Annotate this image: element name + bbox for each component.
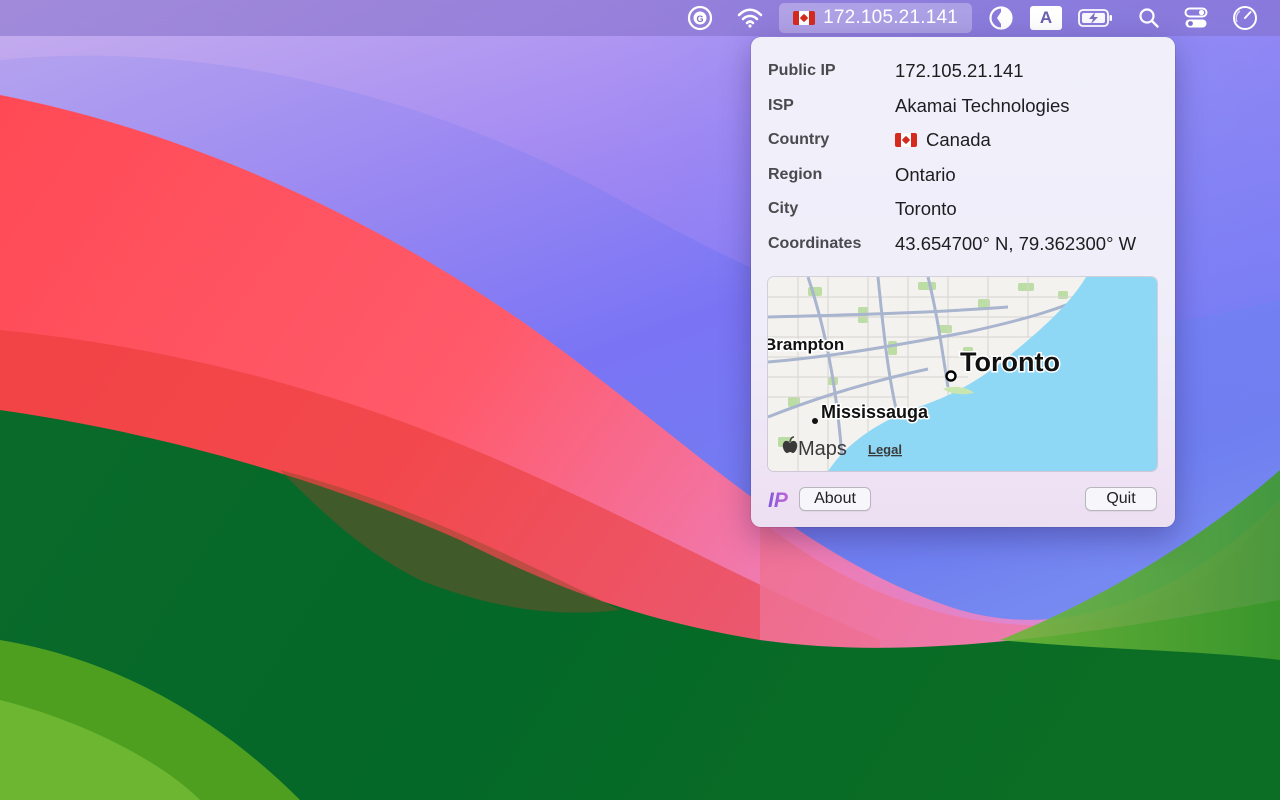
canada-flag-icon [793, 11, 816, 25]
menubar-ip-text: 172.105.21.141 [823, 7, 958, 28]
isp-label: ISP [768, 97, 794, 114]
about-button[interactable]: About [799, 487, 871, 511]
isp-value: Akamai Technologies [895, 95, 1070, 116]
ip-status-item[interactable]: 172.105.21.141 [779, 3, 972, 33]
city-value: Toronto [895, 198, 957, 219]
row-region: Region Ontario [768, 161, 1165, 189]
location-map[interactable]: Toronto Brampton Mississauga Maps Legal [768, 277, 1157, 471]
ip-info-popup: Public IP 172.105.21.141 ISP Akamai Tech… [751, 37, 1175, 527]
menu-bar: G 172.105.21.141 A [0, 0, 1280, 36]
canada-flag-icon [895, 133, 917, 147]
maps-brand-text: Maps [798, 438, 847, 460]
control-center-icon[interactable] [1176, 3, 1216, 33]
half-circle-icon[interactable] [980, 3, 1022, 33]
search-icon[interactable] [1130, 3, 1168, 33]
quit-button[interactable]: Quit [1085, 487, 1157, 511]
region-label: Region [768, 166, 823, 183]
row-public-ip: Public IP 172.105.21.141 [768, 57, 1165, 85]
country-value: Canada [926, 129, 991, 150]
wifi-icon[interactable] [729, 3, 771, 33]
city-label: City [768, 200, 799, 217]
country-label: Country [768, 131, 830, 148]
battery-charging-icon[interactable] [1070, 3, 1122, 33]
map-label-mississauga: Mississauga [821, 402, 929, 422]
svg-text:G: G [697, 14, 704, 24]
map-label-brampton: Brampton [768, 335, 844, 354]
region-value: Ontario [895, 164, 956, 185]
gauge-icon[interactable] [1224, 3, 1266, 33]
map-legal-link[interactable]: Legal [868, 442, 902, 457]
public-ip-value: 172.105.21.141 [895, 60, 1024, 81]
app-logo: IP [768, 489, 788, 512]
public-ip-label: Public IP [768, 62, 836, 79]
row-coordinates: Coordinates 43.654700° N, 79.362300° W [768, 230, 1165, 258]
input-source-letter: A [1039, 8, 1053, 27]
coordinates-value: 43.654700° N, 79.362300° W [895, 233, 1137, 254]
map-label-toronto: Toronto [960, 347, 1060, 377]
row-city: City Toronto [768, 195, 1165, 223]
g-badge-icon[interactable]: G [679, 3, 721, 33]
country-value-wrap: Canada [895, 129, 991, 151]
input-source-icon[interactable]: A [1030, 6, 1062, 30]
row-country: Country Canada [768, 126, 1165, 154]
row-isp: ISP Akamai Technologies [768, 92, 1165, 120]
coordinates-label: Coordinates [768, 235, 862, 252]
